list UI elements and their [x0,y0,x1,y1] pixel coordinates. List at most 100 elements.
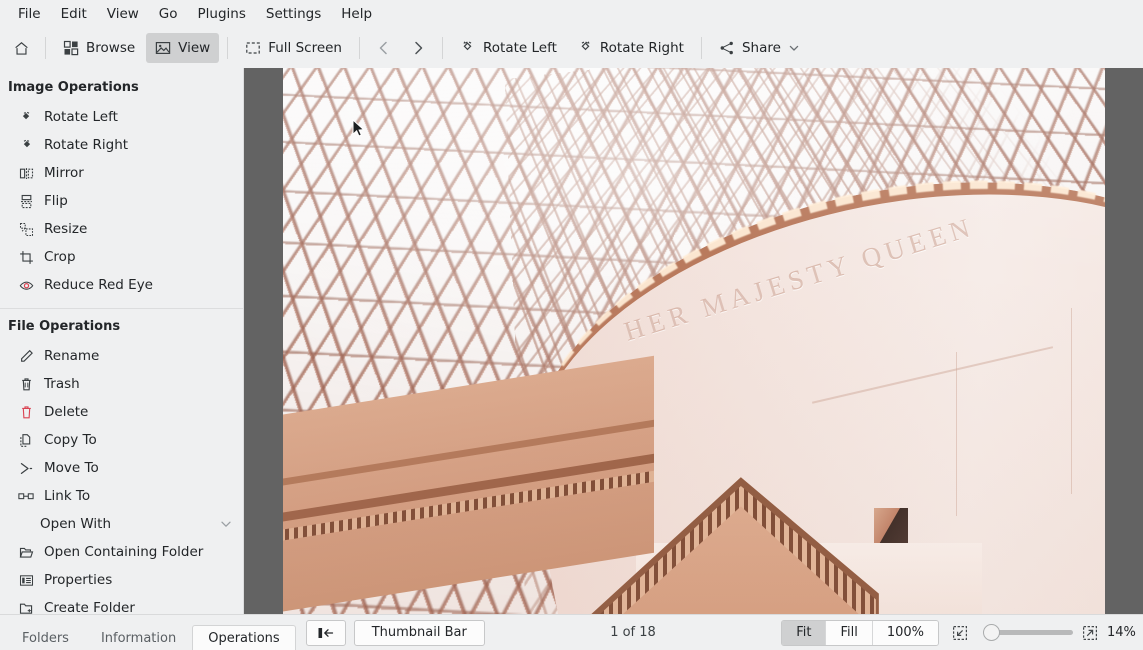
chevron-down-icon[interactable] [219,517,233,531]
sidebar-item-label: Trash [44,376,80,392]
sidebar-item-label: Crop [44,249,76,265]
sidebar-item-label: Rotate Left [44,109,118,125]
view-label: View [178,40,210,56]
next-image-button[interactable] [402,33,434,63]
fullscreen-icon [245,40,261,56]
sidebar-item-label: Link To [44,488,90,504]
flip-icon [18,193,34,209]
sidebar-item-create-folder[interactable]: Create Folder [0,594,243,614]
full-screen-label: Full Screen [268,40,342,56]
copy-icon [18,432,34,448]
sidebar-scroll-area[interactable]: Image Operations Rotate Left [0,68,243,614]
view-icon [155,40,171,56]
rotate-left-icon [18,109,34,125]
sidebar-item-label: Rotate Right [44,137,128,153]
sidebar-item-trash[interactable]: Trash [0,370,243,398]
rotate-right-label: Rotate Right [600,40,684,56]
sidebar-item-open-with[interactable]: Open With [0,510,243,538]
sidebar-item-link-to[interactable]: Link To [0,482,243,510]
toolbar-separator-2 [227,37,228,59]
menu-edit[interactable]: Edit [51,2,97,26]
menu-file[interactable]: File [8,2,51,26]
sidebar-tab-group: Folders Information Operations [6,615,296,650]
toolbar-separator-4 [442,37,443,59]
menu-view[interactable]: View [97,2,149,26]
main-toolbar: Browse View Full Screen [0,28,1143,68]
sidebar-item-rotate-right[interactable]: Rotate Right [0,131,243,159]
previous-image-button[interactable] [368,33,400,63]
sidebar-item-rename[interactable]: Rename [0,342,243,370]
zoom-out-icon[interactable] [952,625,968,641]
browse-button[interactable]: Browse [54,33,144,63]
sidebar-item-label: Open Containing Folder [44,544,203,560]
share-label: Share [742,40,781,56]
sidebar-item-reduce-red-eye[interactable]: Reduce Red Eye [0,271,243,299]
menu-plugins[interactable]: Plugins [188,2,256,26]
sidebar-item-open-containing-folder[interactable]: Open Containing Folder [0,538,243,566]
sidebar-item-crop[interactable]: Crop [0,243,243,271]
thumbnail-bar-label: Thumbnail Bar [372,625,467,640]
sidebar-item-properties[interactable]: Properties [0,566,243,594]
sidebar-divider [0,308,243,309]
operations-sidebar: Image Operations Rotate Left [0,68,244,614]
displayed-image[interactable]: HER MAJESTY QUEEN [283,68,1105,614]
toolbar-separator-5 [701,37,702,59]
image-counter: 1 of 18 [485,625,781,640]
zoom-mode-fit[interactable]: Fit [782,621,826,645]
sidebar-item-resize[interactable]: Resize [0,215,243,243]
image-viewport[interactable]: HER MAJESTY QUEEN [244,68,1143,614]
zoom-slider-handle[interactable] [983,624,1000,641]
sidebar-item-label: Properties [44,572,112,588]
main-content-area: Image Operations Rotate Left [0,68,1143,614]
drum-seam-2 [1071,308,1073,494]
sidebar-item-mirror[interactable]: Mirror [0,159,243,187]
view-button[interactable]: View [146,33,219,63]
chevron-down-icon [788,42,800,54]
tab-folders[interactable]: Folders [6,625,85,650]
sidebar-item-rotate-left[interactable]: Rotate Left [0,103,243,131]
status-bar: Folders Information Operations Thumbnail… [0,614,1143,650]
sidebar-item-flip[interactable]: Flip [0,187,243,215]
section-title-file-operations: File Operations [0,313,243,342]
drum-seam-3 [956,352,958,516]
photo-content: HER MAJESTY QUEEN [283,68,1105,614]
collapse-sidebar-button[interactable] [306,620,346,646]
properties-icon [18,572,34,588]
rotate-left-button[interactable]: Rotate Left [451,33,566,63]
zoom-in-icon[interactable] [1082,625,1098,641]
full-screen-button[interactable]: Full Screen [236,33,351,63]
home-button[interactable] [6,33,37,63]
classical-building [283,417,891,614]
browse-icon [63,40,79,56]
menu-help[interactable]: Help [331,2,382,26]
menu-settings[interactable]: Settings [256,2,331,26]
sidebar-item-copy-to[interactable]: Copy To [0,426,243,454]
share-button[interactable]: Share [710,33,809,63]
sidebar-item-label: Open With [40,516,209,532]
crop-icon [18,249,34,265]
tab-information[interactable]: Information [85,625,192,650]
sidebar-item-move-to[interactable]: Move To [0,454,243,482]
sidebar-item-label: Reduce Red Eye [44,277,153,293]
share-icon [719,40,735,56]
sidebar-item-label: Mirror [44,165,84,181]
zoom-mode-fill[interactable]: Fill [826,621,872,645]
toolbar-separator-3 [359,37,360,59]
thumbnail-bar-button[interactable]: Thumbnail Bar [354,620,485,646]
menu-go[interactable]: Go [149,2,188,26]
rotate-left-label: Rotate Left [483,40,557,56]
rotate-right-icon [577,40,593,56]
folder-open-icon [18,544,34,560]
section-title-image-operations: Image Operations [0,74,243,103]
rotate-right-button[interactable]: Rotate Right [568,33,693,63]
red-eye-icon [18,277,34,293]
sidebar-item-label: Rename [44,348,99,364]
delete-icon [18,404,34,420]
sidebar-item-delete[interactable]: Delete [0,398,243,426]
zoom-slider[interactable] [977,624,1073,642]
chevron-right-icon [409,39,427,57]
sidebar-item-label: Flip [44,193,68,209]
zoom-mode-100[interactable]: 100% [873,621,938,645]
link-icon [18,488,34,504]
tab-operations[interactable]: Operations [192,625,295,650]
